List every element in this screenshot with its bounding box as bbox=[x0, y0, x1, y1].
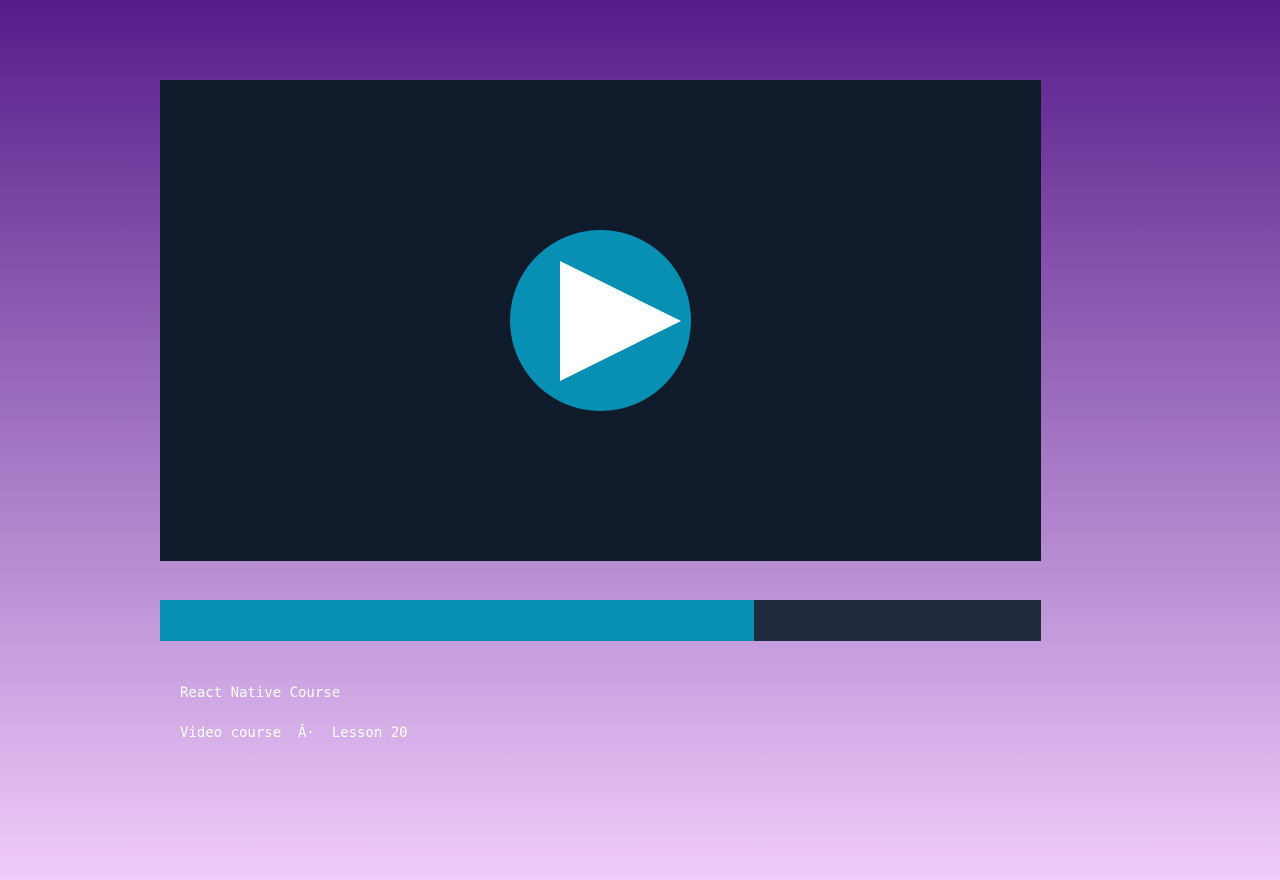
progress-fill bbox=[160, 600, 754, 641]
course-subtitle: Video course Â· Lesson 20 bbox=[180, 725, 408, 741]
play-icon bbox=[560, 261, 681, 381]
progress-bar[interactable] bbox=[160, 600, 1041, 641]
course-title: React Native Course bbox=[180, 685, 341, 701]
video-player[interactable] bbox=[160, 80, 1041, 561]
play-button[interactable] bbox=[510, 230, 691, 411]
